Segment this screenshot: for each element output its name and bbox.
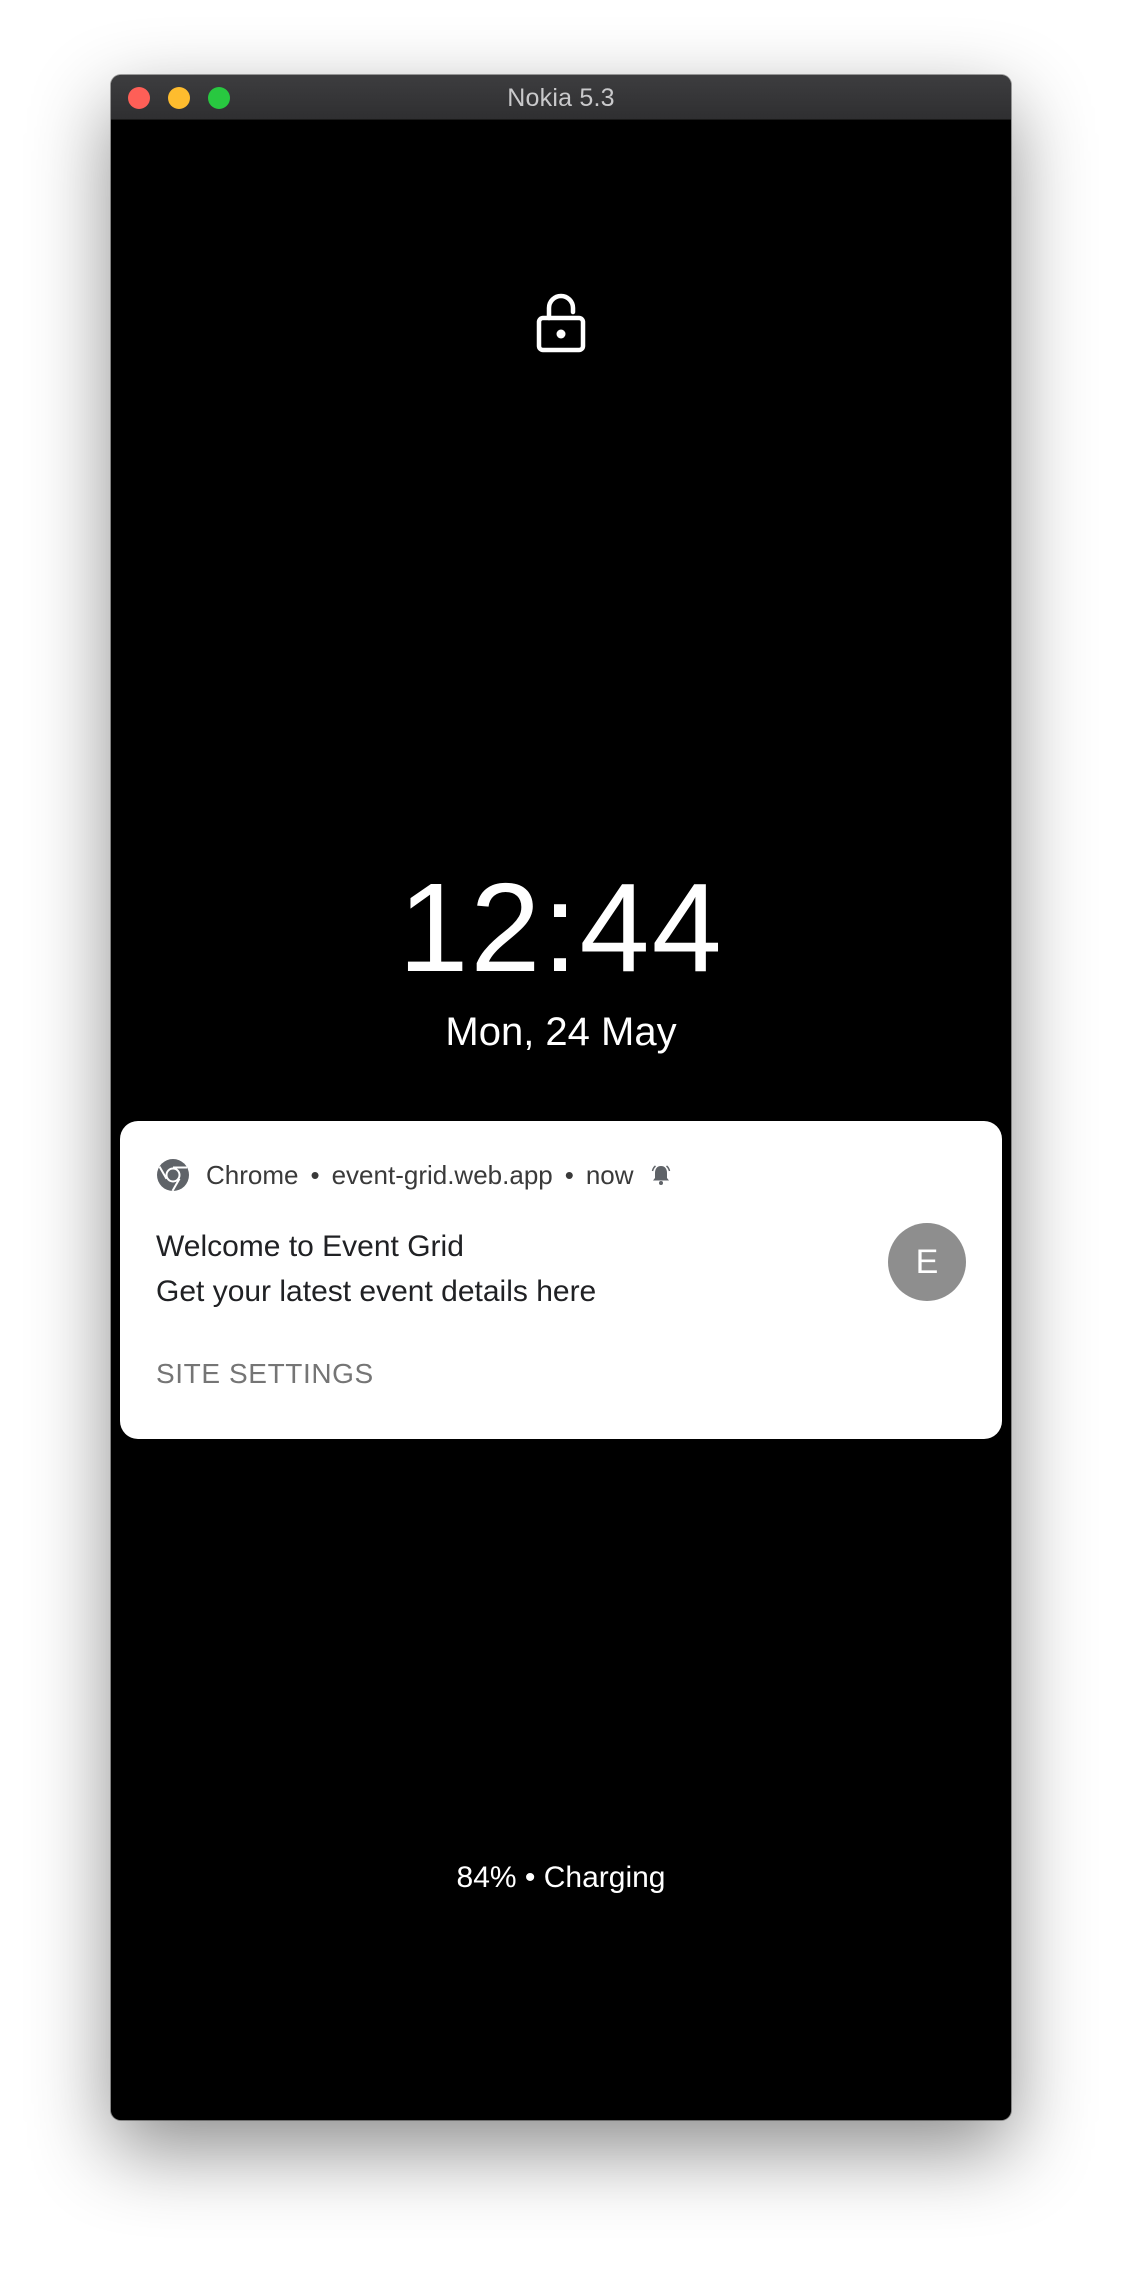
notification-body: Get your latest event details here xyxy=(156,1275,597,1308)
lockscreen-date: Mon, 24 May xyxy=(445,1010,677,1054)
window-titlebar[interactable]: Nokia 5.3 xyxy=(111,75,1011,120)
notification-app-name: Chrome xyxy=(206,1159,299,1190)
header-separator: • xyxy=(564,1159,574,1190)
desktop: Nokia 5.3 12:44 Mon, 24 May Chrome • eve… xyxy=(0,0,1124,2270)
bell-icon xyxy=(651,1165,670,1185)
battery-status: 84% • Charging xyxy=(456,1861,666,1894)
notification-timestamp: now xyxy=(585,1159,634,1190)
notification-header: Chrome • event-grid.web.app • now xyxy=(156,1157,672,1193)
lock-screen: 12:44 Mon, 24 May Chrome • event-grid.we… xyxy=(111,120,1011,2120)
window-title: Nokia 5.3 xyxy=(507,84,615,112)
notification-avatar: E xyxy=(888,1223,966,1301)
lockscreen-clock: 12:44 xyxy=(398,857,724,998)
chrome-icon xyxy=(157,1159,189,1192)
notification-title: Welcome to Event Grid xyxy=(156,1230,464,1263)
notification-origin: event-grid.web.app xyxy=(331,1159,553,1190)
notification-card[interactable]: Chrome • event-grid.web.app • now Welcom… xyxy=(120,1121,1002,1439)
lock-icon xyxy=(536,293,586,353)
site-settings-button[interactable]: SITE SETTINGS xyxy=(156,1358,374,1390)
header-separator: • xyxy=(310,1159,320,1190)
emulator-window: Nokia 5.3 12:44 Mon, 24 May Chrome • eve… xyxy=(111,75,1011,2120)
